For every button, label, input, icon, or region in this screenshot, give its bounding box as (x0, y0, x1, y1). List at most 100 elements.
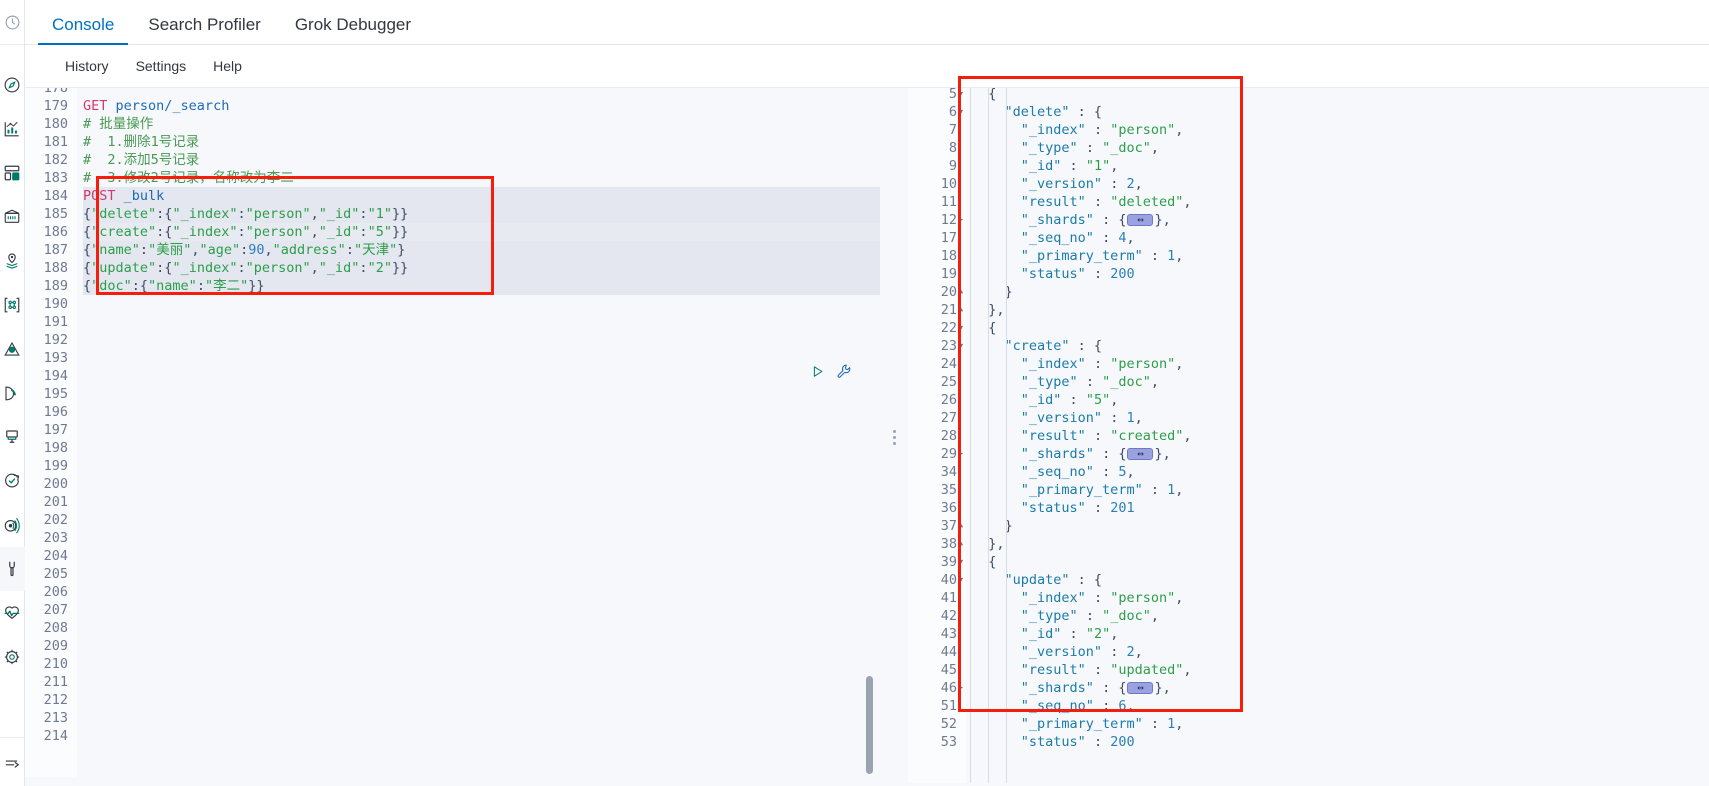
line-number[interactable]: 37 ▴ (908, 517, 964, 535)
fold-toggle-icon[interactable]: ▾ (955, 571, 964, 589)
tab-search-profiler[interactable]: Search Profiler (134, 16, 274, 44)
rail-item-collapse-nav[interactable] (0, 742, 25, 786)
rail-item-maps[interactable] (0, 239, 25, 283)
request-editor[interactable]: 178 179 180 181 182 183 184 185 186 187 188 189 190 1… (25, 88, 880, 786)
rail-item-infrastructure[interactable] (0, 327, 25, 371)
line-number[interactable]: 40 ▾ (908, 571, 964, 589)
code-line[interactable] (83, 313, 880, 331)
line-number[interactable]: 23 ▾ (908, 337, 964, 355)
line-number[interactable]: 29 ▸ (908, 445, 964, 463)
code-line[interactable] (83, 295, 880, 313)
submenu-item-history[interactable]: History (65, 58, 109, 74)
code-line[interactable] (83, 601, 880, 619)
line-number[interactable]: 38 ▴ (908, 535, 964, 553)
code-line[interactable]: # 批量操作 (83, 115, 880, 133)
code-line[interactable] (83, 691, 880, 709)
code-line[interactable]: # 1.删除1号记录 (83, 133, 880, 151)
collapsed-object-pill[interactable] (1127, 680, 1154, 696)
code-line[interactable] (83, 493, 880, 511)
pane-splitter[interactable] (880, 88, 908, 786)
code-line[interactable] (83, 727, 880, 745)
rail-item-logs[interactable] (0, 371, 25, 415)
code-line[interactable]: POST _bulk (83, 187, 880, 205)
fold-toggle-icon[interactable]: ▴ (955, 517, 964, 535)
wrench-icon[interactable] (836, 363, 852, 379)
code-line[interactable] (83, 619, 880, 637)
line-number[interactable]: 6 ▾ (908, 103, 964, 121)
code-line[interactable] (83, 88, 880, 97)
line-number[interactable]: 39 ▾ (908, 553, 964, 571)
code-line[interactable] (83, 367, 880, 385)
code-line[interactable]: {"update":{"_index":"person","_id":"2"}} (83, 259, 880, 277)
fold-toggle-icon[interactable]: ▴ (955, 283, 964, 301)
tab-grok-debugger[interactable]: Grok Debugger (281, 16, 425, 44)
fold-toggle-icon[interactable]: ▸ (955, 679, 964, 697)
submenu-item-help[interactable]: Help (213, 58, 242, 74)
line-number[interactable]: 22 ▾ (908, 319, 964, 337)
code-line[interactable] (83, 457, 880, 475)
response-editor[interactable]: 5 ▾ 6 ▾ 7 8 9 10 11 12 ▸ 17 18 19 20 ▴ 21 ▴ 22 ▾ 23 ▾ 24 25 26 27… (908, 88, 1709, 786)
tab-console[interactable]: Console (38, 16, 129, 45)
rail-item-machine-learning[interactable] (0, 283, 25, 327)
line-number[interactable]: 5 ▾ (908, 88, 964, 103)
line-number[interactable]: 21 ▴ (908, 301, 964, 319)
code-line[interactable] (83, 583, 880, 601)
logs-icon (3, 384, 21, 402)
code-line[interactable] (83, 655, 880, 673)
code-line[interactable]: {"delete":{"_index":"person","_id":"1"}} (83, 205, 880, 223)
code-token: , (1150, 608, 1159, 624)
fold-toggle-icon[interactable]: ▾ (955, 319, 964, 337)
rail-item-siem[interactable] (0, 503, 25, 547)
rail-item-canvas[interactable] (0, 195, 25, 239)
code-line[interactable] (83, 421, 880, 439)
code-line[interactable]: {"name":"美丽","age":90,"address":"天津"} (83, 241, 880, 259)
rail-item-visualize[interactable] (0, 107, 25, 151)
rail-item-monitoring[interactable] (0, 591, 25, 635)
code-line[interactable]: # 3.修改2号记录，名称改为李二 (83, 169, 880, 187)
code-line[interactable] (83, 475, 880, 493)
submenu-item-settings[interactable]: Settings (136, 58, 187, 74)
code-line[interactable] (83, 547, 880, 565)
line-number[interactable]: 12 ▸ (908, 211, 964, 229)
rail-item-dev-tools[interactable] (0, 547, 25, 591)
code-line[interactable]: GET person/_search (83, 97, 880, 115)
code-line[interactable] (83, 673, 880, 691)
line-number[interactable]: 46 ▸ (908, 679, 964, 697)
code-line[interactable] (83, 385, 880, 403)
code-line[interactable] (83, 637, 880, 655)
rail-item-discover[interactable] (0, 63, 25, 107)
code-line[interactable] (83, 331, 880, 349)
code-line[interactable]: {"doc":{"name":"李二"}} (83, 277, 880, 295)
code-line[interactable] (83, 709, 880, 727)
rail-item-apm[interactable] (0, 415, 25, 459)
rail-item-management[interactable] (0, 635, 25, 679)
code-line[interactable] (83, 511, 880, 529)
line-number[interactable]: 20 ▴ (908, 283, 964, 301)
rail-item-recently-viewed[interactable] (0, 0, 24, 45)
rail-item-uptime[interactable] (0, 459, 25, 503)
fold-toggle-icon[interactable]: ▾ (955, 553, 964, 571)
collapsed-object-pill[interactable] (1127, 212, 1154, 228)
fold-toggle-icon[interactable]: ▾ (955, 337, 964, 355)
collapsed-object-pill[interactable] (1127, 446, 1154, 462)
rail-item-dashboard[interactable] (0, 151, 25, 195)
request-code[interactable]: GET person/_search # 批量操作 # 1.删除1号记录 # 2.添加… (77, 88, 880, 777)
fold-toggle-icon[interactable]: ▾ (955, 88, 964, 103)
request-scrollbar[interactable] (866, 676, 873, 774)
fold-toggle-icon[interactable]: ▸ (955, 211, 964, 229)
code-line[interactable] (83, 403, 880, 421)
code-line[interactable] (83, 439, 880, 457)
code-line[interactable] (83, 349, 880, 367)
fold-toggle-icon[interactable]: ▴ (955, 301, 964, 319)
code-line[interactable] (83, 565, 880, 583)
fold-toggle-icon[interactable]: ▸ (955, 445, 964, 463)
fold-toggle-icon[interactable]: ▾ (955, 103, 964, 121)
play-icon[interactable] (810, 364, 825, 379)
fold-toggle-icon[interactable]: ▴ (955, 535, 964, 553)
response-editor-pane[interactable]: 5 ▾ 6 ▾ 7 8 9 10 11 12 ▸ 17 18 19 20 ▴ 21 ▴ 22 ▾ 23 ▾ 24 25 26 27… (908, 88, 1709, 786)
code-line[interactable] (83, 529, 880, 547)
code-line[interactable]: {"create":{"_index":"person","_id":"5"}} (83, 223, 880, 241)
code-line[interactable]: # 2.添加5号记录 (83, 151, 880, 169)
request-editor-pane[interactable]: 178 179 180 181 182 183 184 185 186 187 188 189 190 1… (25, 88, 880, 786)
